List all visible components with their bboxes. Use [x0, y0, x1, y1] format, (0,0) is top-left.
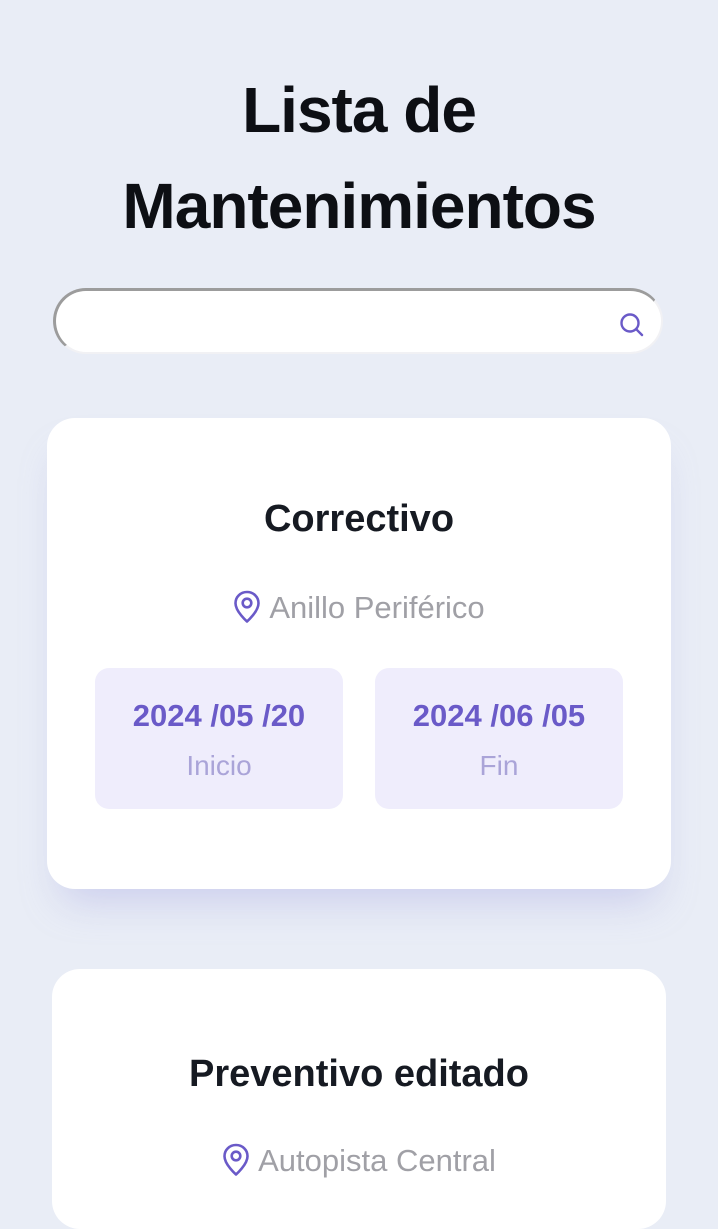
start-date-value: 2024 /05 /20 [132, 698, 306, 733]
search-input[interactable] [76, 301, 600, 343]
maintenance-location: Anillo Periférico [47, 590, 671, 626]
search-icon[interactable] [618, 311, 646, 339]
page-title-line-2: Mantenimientos [122, 170, 596, 242]
page-title: Lista de Mantenimientos [0, 62, 718, 254]
location-text: Anillo Periférico [269, 590, 485, 625]
search-bar[interactable] [53, 288, 663, 354]
page-title-line-1: Lista de [242, 74, 477, 146]
maintenance-type: Preventivo editado [189, 1053, 529, 1095]
maintenance-card[interactable]: Preventivo editado Autopista Central [52, 969, 666, 1229]
start-date-label: Inicio [186, 750, 252, 781]
end-date-label: Fin [479, 750, 519, 781]
location-pin-icon [234, 590, 261, 623]
maintenance-card[interactable]: Correctivo Anillo Periférico 2024 /05 /2… [47, 418, 671, 889]
location-pin-icon [223, 1143, 249, 1176]
start-date-box: 2024 /05 /20 Inicio [95, 668, 343, 809]
location-text: Autopista Central [258, 1143, 496, 1178]
end-date-box: 2024 /06 /05 Fin [375, 668, 623, 809]
maintenance-type: Correctivo [263, 498, 455, 540]
end-date-value: 2024 /06 /05 [412, 698, 586, 733]
maintenance-location: Autopista Central [52, 1143, 666, 1179]
